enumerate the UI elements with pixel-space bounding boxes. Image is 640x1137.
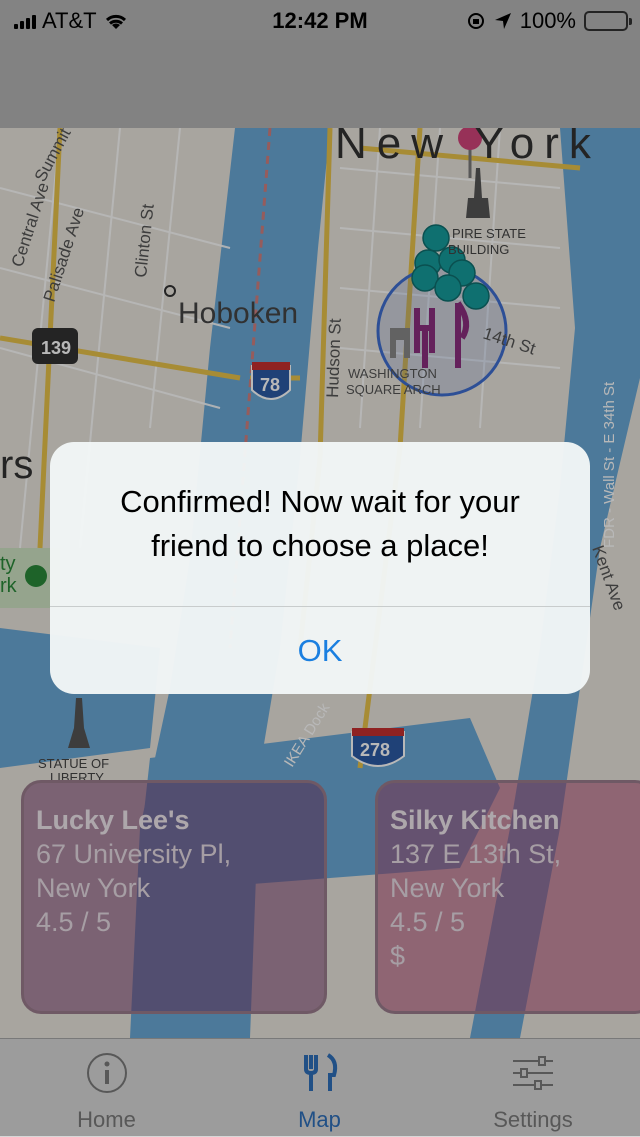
ok-button[interactable]: OK — [50, 607, 590, 694]
alert-message: Confirmed! Now wait for your friend to c… — [120, 484, 520, 563]
confirmation-alert: Confirmed! Now wait for your friend to c… — [50, 442, 590, 694]
